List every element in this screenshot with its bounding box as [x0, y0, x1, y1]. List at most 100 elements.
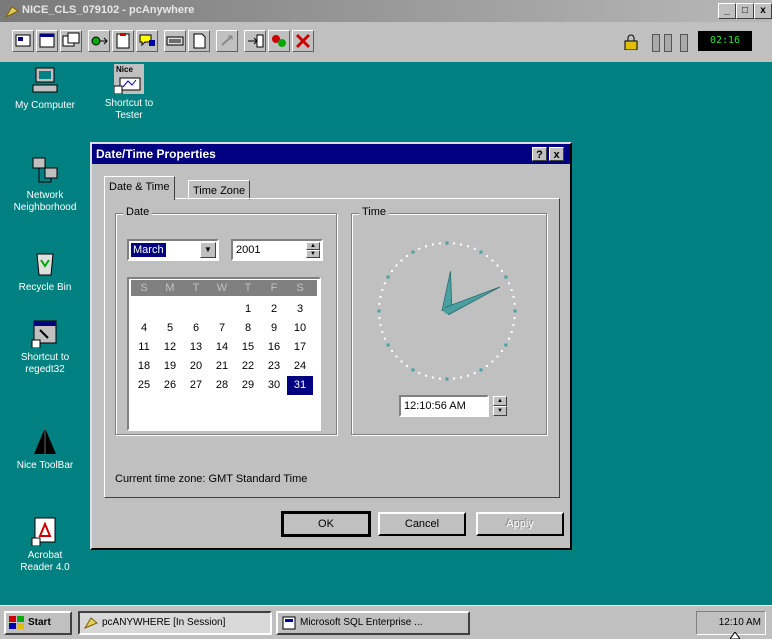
- spin-up-icon[interactable]: ▲: [306, 242, 320, 250]
- desktop-icon-acrobat-reader[interactable]: Acrobat Reader 4.0: [0, 516, 90, 574]
- calendar-day[interactable]: 29: [235, 376, 261, 395]
- calendar-day[interactable]: 2: [261, 300, 287, 319]
- clock-minute-tick: [383, 282, 386, 285]
- clock-minute-tick: [381, 331, 384, 333]
- time-spin-up-icon[interactable]: ▲: [493, 396, 507, 406]
- calendar-grid: SMTWTFS 1 2 3 4 5 6 7 8 9 10 11 12 13 14 15 16 17 18 19 20 2…: [127, 277, 321, 431]
- calendar-day[interactable]: 1: [235, 300, 261, 319]
- chat-icon[interactable]: [136, 30, 158, 52]
- calendar-day[interactable]: 28: [209, 376, 235, 395]
- clock-hour-tick: [386, 343, 390, 347]
- maximize-button[interactable]: □: [736, 3, 754, 19]
- calendar-day[interactable]: 6: [183, 319, 209, 338]
- calendar-day[interactable]: 12: [157, 338, 183, 357]
- clock-minute-tick: [496, 355, 499, 358]
- calendar-day[interactable]: 26: [157, 376, 183, 395]
- close-button[interactable]: x: [754, 3, 772, 19]
- time-value: 12:10:56 AM: [404, 400, 466, 412]
- clock-minute-tick: [473, 247, 476, 250]
- clock-minute-tick: [513, 317, 516, 320]
- clock-hour-tick: [513, 309, 517, 313]
- calendar-day[interactable]: 3: [287, 300, 313, 319]
- full-screen-icon[interactable]: [36, 30, 58, 52]
- help-button[interactable]: ?: [532, 147, 547, 161]
- calendar-day[interactable]: 22: [235, 357, 261, 376]
- calendar-day[interactable]: 9: [261, 319, 287, 338]
- calendar-day[interactable]: 27: [183, 376, 209, 395]
- desktop-icon-tester[interactable]: Nice Shortcut to Tester: [84, 64, 174, 122]
- tab-date-time[interactable]: Date & Time: [104, 176, 175, 200]
- window-titlebar[interactable]: NICE_CLS_079102 - pcAnywhere _ □ x: [0, 0, 772, 22]
- calendar-day[interactable]: 7: [209, 319, 235, 338]
- chevron-down-icon[interactable]: ▼: [200, 242, 216, 258]
- calendar-day[interactable]: 14: [209, 338, 235, 357]
- calendar-day[interactable]: 23: [261, 357, 287, 376]
- start-button[interactable]: Start: [4, 611, 72, 635]
- clipboard-icon[interactable]: [112, 30, 134, 52]
- calendar-day[interactable]: 11: [131, 338, 157, 357]
- dialog-close-button[interactable]: x: [549, 147, 564, 161]
- year-spinner[interactable]: 2001 ▲ ▼: [231, 239, 323, 261]
- calendar-day[interactable]: 5: [157, 319, 183, 338]
- calendar-day[interactable]: 20: [183, 357, 209, 376]
- calendar-day[interactable]: 17: [287, 338, 313, 357]
- time-spin-down-icon[interactable]: ▼: [493, 406, 507, 416]
- datetime-dialog: Date/Time Properties ? x Date & Time Tim…: [90, 142, 572, 550]
- calendar-day[interactable]: 15: [235, 338, 261, 357]
- calendar-day[interactable]: 18: [131, 357, 157, 376]
- clock-minute-tick: [378, 317, 381, 320]
- clock-minute-tick: [508, 282, 511, 285]
- cancel-button[interactable]: Cancel: [378, 512, 466, 536]
- task-sql-enterprise[interactable]: Microsoft SQL Enterprise ...: [276, 611, 470, 635]
- document-icon[interactable]: [188, 30, 210, 52]
- online-icon[interactable]: [268, 30, 290, 52]
- clock-minute-tick: [383, 337, 386, 340]
- calendar-day[interactable]: 13: [183, 338, 209, 357]
- lock-icon: [624, 34, 638, 51]
- clock-minute-tick: [395, 264, 398, 267]
- desktop-icon-network-neighborhood[interactable]: Network Neighborhood: [0, 156, 90, 214]
- calendar-day[interactable]: 21: [209, 357, 235, 376]
- ok-button[interactable]: OK: [281, 511, 371, 537]
- clock-minute-tick: [438, 377, 441, 380]
- computer-icon: [30, 66, 60, 96]
- weekday-header: W: [216, 282, 228, 294]
- calendar-day[interactable]: 19: [157, 357, 183, 376]
- desktop-icon-my-computer[interactable]: My Computer: [0, 66, 90, 112]
- file-transfer-icon[interactable]: [88, 30, 110, 52]
- send-files-icon[interactable]: [244, 30, 266, 52]
- clock-hour-tick: [479, 368, 483, 372]
- calendar-day[interactable]: 4: [131, 319, 157, 338]
- end-session-icon[interactable]: [292, 30, 314, 52]
- date-group-label: Date: [123, 206, 153, 218]
- desktop-icon-regedt32[interactable]: Shortcut to regedt32: [0, 318, 90, 376]
- desktop-icon-recycle-bin[interactable]: Recycle Bin: [0, 248, 90, 294]
- tab-panel: Date March ▼ 2001 ▲ ▼ SMTWTFS 1234567891…: [104, 198, 560, 498]
- minimize-button[interactable]: _: [718, 3, 736, 19]
- calendar-day[interactable]: 16: [261, 338, 287, 357]
- calendar-day[interactable]: 25: [131, 376, 157, 395]
- keyboard-icon[interactable]: [164, 30, 186, 52]
- windows-logo-icon: [9, 616, 24, 629]
- dialog-titlebar[interactable]: Date/Time Properties ? x: [92, 144, 570, 164]
- calendar-day[interactable]: 8: [235, 319, 261, 338]
- calendar-day[interactable]: 10: [287, 319, 313, 338]
- task-pcanywhere[interactable]: pcANYWHERE [In Session]: [78, 611, 272, 635]
- window-mode-icon[interactable]: [60, 30, 82, 52]
- calendar-day[interactable]: 24: [287, 357, 313, 376]
- clock-minute-tick: [431, 376, 434, 379]
- clock-minute-tick: [453, 377, 456, 380]
- clock-minute-tick: [512, 324, 515, 327]
- time-spinner[interactable]: 12:10:56 AM: [399, 395, 489, 417]
- desktop-icon-nice-toolbar[interactable]: Nice ToolBar: [0, 426, 90, 472]
- calendar-day[interactable]: 30: [261, 376, 287, 395]
- clock-minute-tick: [491, 360, 494, 363]
- calendar-day[interactable]: 31: [287, 376, 313, 395]
- tab-time-zone[interactable]: Time Zone: [188, 180, 251, 200]
- reboot-icon[interactable]: [216, 30, 238, 52]
- spin-down-icon[interactable]: ▼: [306, 250, 320, 258]
- clock-minute-tick: [391, 270, 393, 272]
- clock-minute-tick: [379, 324, 382, 327]
- screen-scale-icon[interactable]: [12, 30, 34, 52]
- month-select[interactable]: March ▼: [127, 239, 219, 261]
